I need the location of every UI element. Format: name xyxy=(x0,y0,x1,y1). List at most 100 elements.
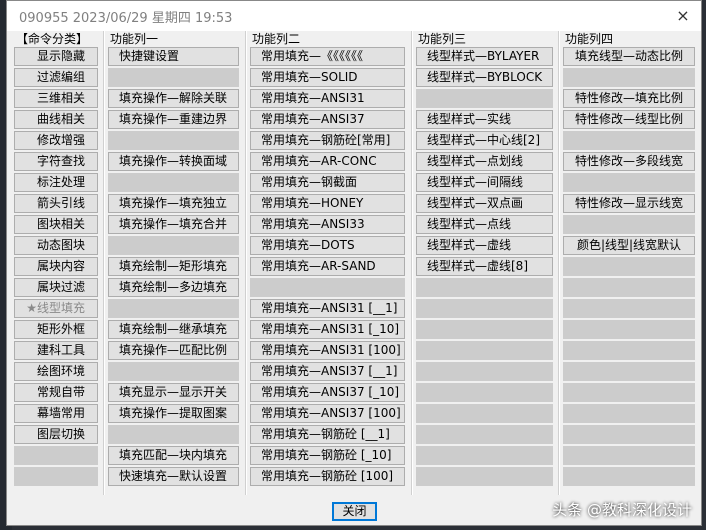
command-button[interactable]: 过滤编组 xyxy=(14,68,98,87)
empty-button-slot xyxy=(416,320,553,339)
command-button[interactable]: 特性修改—显示线宽 xyxy=(563,194,695,213)
command-button[interactable]: 常用填充—AR-CONC xyxy=(250,152,405,171)
command-button[interactable]: 线型样式—虚线[8] xyxy=(416,257,553,276)
command-button[interactable]: 常用填充—ANSI31 [__1] xyxy=(250,299,405,318)
command-button[interactable]: 常用填充—钢筋砼 [_10] xyxy=(250,446,405,465)
empty-button-slot xyxy=(416,341,553,360)
command-button[interactable]: 属块过滤 xyxy=(14,278,98,297)
command-button[interactable]: 动态图块 xyxy=(14,236,98,255)
command-button[interactable]: 常用填充—ANSI37 xyxy=(250,110,405,129)
command-button[interactable]: 填充操作—解除关联 xyxy=(108,89,239,108)
command-button[interactable]: 颜色|线型|线宽默认 xyxy=(563,236,695,255)
command-button[interactable]: 常用填充—ANSI31 [_10] xyxy=(250,320,405,339)
empty-button-slot xyxy=(563,404,695,423)
command-button[interactable]: 标注处理 xyxy=(14,173,98,192)
empty-button-slot xyxy=(416,89,553,108)
command-button[interactable]: 填充绘制—继承填充 xyxy=(108,320,239,339)
command-button[interactable]: 属块内容 xyxy=(14,257,98,276)
empty-button-slot xyxy=(416,278,553,297)
empty-button-slot xyxy=(416,446,553,465)
command-button[interactable]: 线型样式—虚线 xyxy=(416,236,553,255)
command-button[interactable]: 线型样式—双点画 xyxy=(416,194,553,213)
empty-button-slot xyxy=(563,299,695,318)
command-button[interactable]: 填充操作—匹配比例 xyxy=(108,341,239,360)
command-button[interactable]: 常用填充—SOLID xyxy=(250,68,405,87)
command-button[interactable]: 线型样式—中心线[2] xyxy=(416,131,553,150)
command-button[interactable]: 线型样式—点线 xyxy=(416,215,553,234)
command-button[interactable]: 常用填充—ANSI37 [_10] xyxy=(250,383,405,402)
empty-button-slot xyxy=(563,341,695,360)
command-button[interactable]: 常用填充—ANSI33 xyxy=(250,215,405,234)
empty-button-slot xyxy=(563,278,695,297)
command-button[interactable]: 显示隐藏 xyxy=(14,47,98,66)
command-button[interactable]: 曲线相关 xyxy=(14,110,98,129)
command-button[interactable]: 常用填充—AR-SAND xyxy=(250,257,405,276)
column-1: 功能列一 快捷键设置填充操作—解除关联 填充操作—重建边界 填充操作—转换面域 填充操作… xyxy=(108,31,239,488)
command-button[interactable]: 字符查找 xyxy=(14,152,98,171)
command-button[interactable]: 图层切换 xyxy=(14,425,98,444)
command-button[interactable]: 常用填充—ANSI37 [100] xyxy=(250,404,405,423)
command-button[interactable]: 填充操作—提取图案 xyxy=(108,404,239,423)
command-button[interactable]: 填充操作—填充独立 xyxy=(108,194,239,213)
command-button[interactable]: 常用填充—ANSI31 [100] xyxy=(250,341,405,360)
command-button[interactable]: 常用填充—钢筋砼 [__1] xyxy=(250,425,405,444)
command-button[interactable]: 常用填充—钢筋砼 [100] xyxy=(250,467,405,486)
command-button[interactable]: 常用填充—ANSI37 [__1] xyxy=(250,362,405,381)
command-button[interactable]: 常用填充—DOTS xyxy=(250,236,405,255)
column-header: 功能列四 xyxy=(565,32,614,46)
empty-button-slot xyxy=(563,257,695,276)
empty-button-slot xyxy=(563,425,695,444)
command-button[interactable]: 填充匹配—块内填充 xyxy=(108,446,239,465)
command-button[interactable]: 常规自带 xyxy=(14,383,98,402)
empty-button-slot xyxy=(563,320,695,339)
empty-button-slot xyxy=(416,404,553,423)
command-button[interactable]: 线型样式—BYLAYER xyxy=(416,47,553,66)
command-button[interactable]: 绘图环境 xyxy=(14,362,98,381)
close-button[interactable]: 关闭 xyxy=(332,502,377,521)
command-button[interactable]: 幕墙常用 xyxy=(14,404,98,423)
command-button[interactable]: 线型样式—实线 xyxy=(416,110,553,129)
command-button[interactable]: 常用填充—钢截面 xyxy=(250,173,405,192)
command-button[interactable]: 线型样式—点划线 xyxy=(416,152,553,171)
column-categories: 【命令分类】 显示隐藏 过滤编组 三维相关 曲线相关 修改增强 字符查找 标注处理 箭头引线 图块… xyxy=(14,31,98,488)
empty-button-slot xyxy=(108,131,239,150)
command-button[interactable]: 图块相关 xyxy=(14,215,98,234)
command-button[interactable]: 填充线型—动态比例 xyxy=(563,47,695,66)
command-button[interactable]: 填充操作—填充合并 xyxy=(108,215,239,234)
empty-button-slot xyxy=(563,383,695,402)
command-button[interactable]: 建科工具 xyxy=(14,341,98,360)
watermark: 头条 @教科深化设计 xyxy=(552,501,692,519)
command-button[interactable]: 三维相关 xyxy=(14,89,98,108)
command-button[interactable]: 修改增强 xyxy=(14,131,98,150)
empty-button-slot xyxy=(108,173,239,192)
divider xyxy=(411,31,413,495)
column-header: 功能列一 xyxy=(110,32,159,46)
close-icon[interactable]: × xyxy=(673,6,693,26)
command-button[interactable]: 填充绘制—矩形填充 xyxy=(108,257,239,276)
command-button[interactable]: 常用填充—HONEY xyxy=(250,194,405,213)
command-button[interactable]: 特性修改—多段线宽 xyxy=(563,152,695,171)
window-title: 090955 2023/06/29 星期四 19:53 xyxy=(19,10,233,26)
command-button[interactable]: 快速填充—默认设置 xyxy=(108,467,239,486)
command-button[interactable]: 线型样式—间隔线 xyxy=(416,173,553,192)
empty-button-slot xyxy=(563,215,695,234)
command-button[interactable]: 常用填充—ANSI31 xyxy=(250,89,405,108)
command-button[interactable]: 矩形外框 xyxy=(14,320,98,339)
command-button[interactable]: 填充操作—重建边界 xyxy=(108,110,239,129)
command-button[interactable]: 填充操作—转换面域 xyxy=(108,152,239,171)
command-button[interactable]: ★线型填充 xyxy=(14,299,98,318)
command-button[interactable]: 快捷键设置 xyxy=(108,47,239,66)
empty-button-slot xyxy=(563,467,695,486)
command-button[interactable]: 箭头引线 xyxy=(14,194,98,213)
empty-button-slot xyxy=(416,383,553,402)
empty-button-slot xyxy=(563,446,695,465)
empty-button-slot xyxy=(563,173,695,192)
command-button[interactable]: 填充绘制—多边填充 xyxy=(108,278,239,297)
command-button[interactable]: 特性修改—填充比例 xyxy=(563,89,695,108)
command-button[interactable]: 线型样式—BYBLOCK xyxy=(416,68,553,87)
divider xyxy=(558,31,560,495)
command-button[interactable]: 常用填充—《《《《《《 xyxy=(250,47,405,66)
command-button[interactable]: 填充显示—显示开关 xyxy=(108,383,239,402)
command-button[interactable]: 常用填充—钢筋砼[常用] xyxy=(250,131,405,150)
command-button[interactable]: 特性修改—线型比例 xyxy=(563,110,695,129)
